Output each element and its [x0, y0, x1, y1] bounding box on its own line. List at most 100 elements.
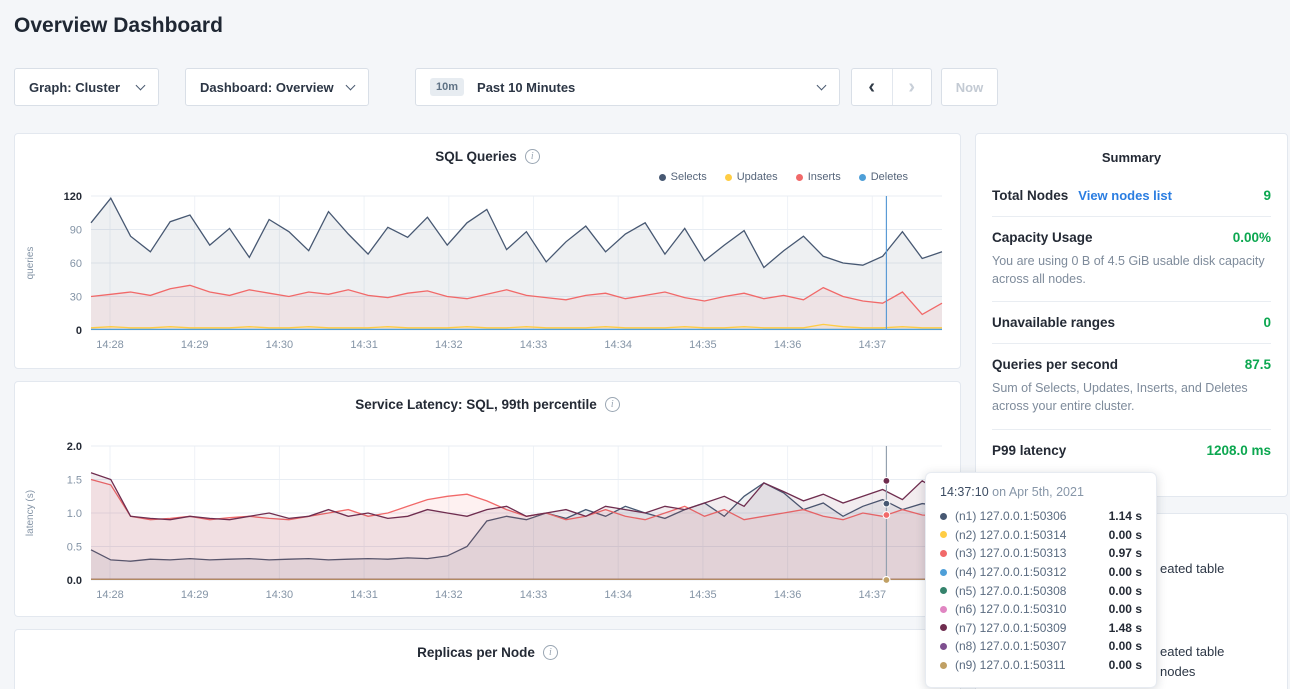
svg-text:14:36: 14:36	[774, 589, 802, 601]
series-dot-icon	[940, 550, 947, 557]
legend-dot-icon	[859, 174, 866, 181]
svg-text:queries: queries	[25, 247, 36, 280]
series-dot-icon	[940, 662, 947, 669]
series-dot-icon	[940, 643, 947, 650]
svg-text:14:29: 14:29	[181, 589, 209, 601]
tooltip-node-label: (n5) 127.0.0.1:50308	[955, 584, 1066, 598]
previous-time-button[interactable]: ‹	[852, 69, 892, 105]
svg-text:14:28: 14:28	[96, 339, 124, 351]
sql-legend: Selects Updates Inserts Deletes	[15, 168, 960, 186]
info-icon[interactable]	[605, 397, 620, 412]
svg-text:30: 30	[70, 292, 82, 304]
tooltip-time: 14:37:10	[940, 485, 989, 499]
chevron-down-icon	[136, 80, 146, 90]
tooltip-row: (n5) 127.0.0.1:503080.00 s	[940, 581, 1142, 600]
legend-item[interactable]: Selects	[659, 171, 707, 183]
unavailable-ranges-value: 0	[1263, 315, 1271, 330]
dashboard-dropdown-label: Dashboard: Overview	[200, 80, 334, 95]
queries-per-second-row: Queries per second 87.5 Sum of Selects, …	[992, 344, 1271, 429]
tooltip-node-label: (n4) 127.0.0.1:50312	[955, 565, 1066, 579]
time-range-dropdown[interactable]: 10m Past 10 Minutes	[415, 68, 840, 106]
svg-text:latency (s): latency (s)	[25, 490, 36, 536]
event-text-fragment: eated table	[1160, 644, 1224, 659]
capacity-usage-label: Capacity Usage	[992, 230, 1093, 245]
tooltip-node-value: 1.14 s	[1109, 509, 1142, 523]
chevron-down-icon	[346, 80, 356, 90]
total-nodes-row: Total Nodes View nodes list 9	[992, 175, 1271, 217]
tooltip-node-label: (n3) 127.0.0.1:50313	[955, 546, 1066, 560]
tooltip-date: on Apr 5th, 2021	[992, 485, 1084, 499]
p99-latency-label: P99 latency	[992, 443, 1066, 458]
sql-queries-title: SQL Queries	[435, 149, 517, 164]
svg-text:0.5: 0.5	[67, 542, 82, 554]
tooltip-timestamp: 14:37:10 on Apr 5th, 2021	[940, 485, 1142, 499]
tooltip-node-label: (n2) 127.0.0.1:50314	[955, 528, 1066, 542]
svg-text:14:33: 14:33	[520, 589, 548, 601]
tooltip-node-label: (n7) 127.0.0.1:50309	[955, 621, 1066, 635]
legend-item[interactable]: Inserts	[796, 171, 841, 183]
svg-text:14:32: 14:32	[435, 589, 463, 601]
capacity-usage-description: You are using 0 B of 4.5 GiB usable disk…	[992, 252, 1271, 288]
svg-text:14:31: 14:31	[350, 339, 378, 351]
svg-text:14:28: 14:28	[96, 589, 124, 601]
capacity-usage-value: 0.00%	[1233, 230, 1271, 245]
svg-text:14:32: 14:32	[435, 339, 463, 351]
chart-tooltip-rows: (n1) 127.0.0.1:50306 1.14 s (n2) 127.0.0.1…	[940, 507, 1142, 674]
chevron-down-icon	[817, 80, 827, 90]
event-text-fragment: eated table	[1160, 561, 1224, 576]
legend-label: Updates	[737, 171, 778, 183]
now-button[interactable]: Now	[941, 68, 998, 106]
legend-item[interactable]: Deletes	[859, 171, 908, 183]
sql-queries-panel: SQL Queries Selects Updates Inserts Deletes…	[14, 133, 961, 369]
graph-dropdown[interactable]: Graph: Cluster	[14, 68, 159, 106]
service-latency-chart[interactable]: 14:2814:2914:3014:3114:3214:3314:3414:35…	[21, 438, 954, 608]
tooltip-node-value: 0.00 s	[1109, 528, 1142, 542]
service-latency-title: Service Latency: SQL, 99th percentile	[355, 397, 597, 412]
view-nodes-list-link[interactable]: View nodes list	[1078, 188, 1172, 203]
chart-tooltip: 14:37:10 on Apr 5th, 2021 (n1) 127.0.0.1…	[925, 472, 1157, 688]
svg-text:14:34: 14:34	[604, 339, 632, 351]
tooltip-node-value: 0.00 s	[1109, 639, 1142, 653]
graph-dropdown-label: Graph: Cluster	[29, 80, 120, 95]
capacity-usage-row: Capacity Usage 0.00% You are using 0 B o…	[992, 217, 1271, 302]
svg-text:14:37: 14:37	[859, 589, 887, 601]
svg-text:1.5: 1.5	[67, 475, 82, 487]
svg-text:120: 120	[64, 191, 82, 203]
p99-latency-row: P99 latency 1208.0 ms	[992, 430, 1271, 471]
sql-queries-chart[interactable]: 14:2814:2914:3014:3114:3214:3314:3414:35…	[21, 188, 954, 358]
svg-text:14:30: 14:30	[266, 589, 294, 601]
series-dot-icon	[940, 606, 947, 613]
tooltip-node-value: 1.48 s	[1109, 621, 1142, 635]
time-step-buttons: ‹ ›	[851, 68, 932, 106]
svg-text:14:35: 14:35	[689, 589, 717, 601]
svg-text:14:33: 14:33	[520, 339, 548, 351]
page-title: Overview Dashboard	[14, 14, 223, 38]
tooltip-node-value: 0.00 s	[1109, 602, 1142, 616]
queries-per-second-label: Queries per second	[992, 357, 1118, 372]
legend-label: Inserts	[808, 171, 841, 183]
series-dot-icon	[940, 624, 947, 631]
legend-dot-icon	[725, 174, 732, 181]
time-range-label: Past 10 Minutes	[477, 80, 575, 95]
info-icon[interactable]	[525, 149, 540, 164]
tooltip-node-label: (n1) 127.0.0.1:50306	[955, 509, 1066, 523]
info-icon[interactable]	[543, 645, 558, 660]
tooltip-node-label: (n8) 127.0.0.1:50307	[955, 639, 1066, 653]
tooltip-node-value: 0.00 s	[1109, 565, 1142, 579]
dashboard-dropdown[interactable]: Dashboard: Overview	[185, 68, 369, 106]
event-text-fragment: nodes	[1160, 664, 1195, 679]
legend-item[interactable]: Updates	[725, 171, 778, 183]
svg-text:14:36: 14:36	[774, 339, 802, 351]
tooltip-row: (n1) 127.0.0.1:50306 1.14 s	[940, 507, 1142, 526]
series-dot-icon	[940, 531, 947, 538]
time-range-badge: 10m	[430, 78, 464, 96]
queries-per-second-value: 87.5	[1245, 357, 1271, 372]
tooltip-row: (n4) 127.0.0.1:50312 0.00 s	[940, 563, 1142, 582]
summary-title: Summary	[992, 134, 1271, 175]
svg-text:90: 90	[70, 225, 82, 237]
series-dot-icon	[940, 587, 947, 594]
replicas-per-node-panel: Replicas per Node	[14, 629, 961, 689]
next-time-button[interactable]: ›	[892, 69, 932, 105]
total-nodes-label: Total Nodes	[992, 188, 1068, 203]
summary-panel: Summary Total Nodes View nodes list 9 Ca…	[975, 133, 1288, 497]
